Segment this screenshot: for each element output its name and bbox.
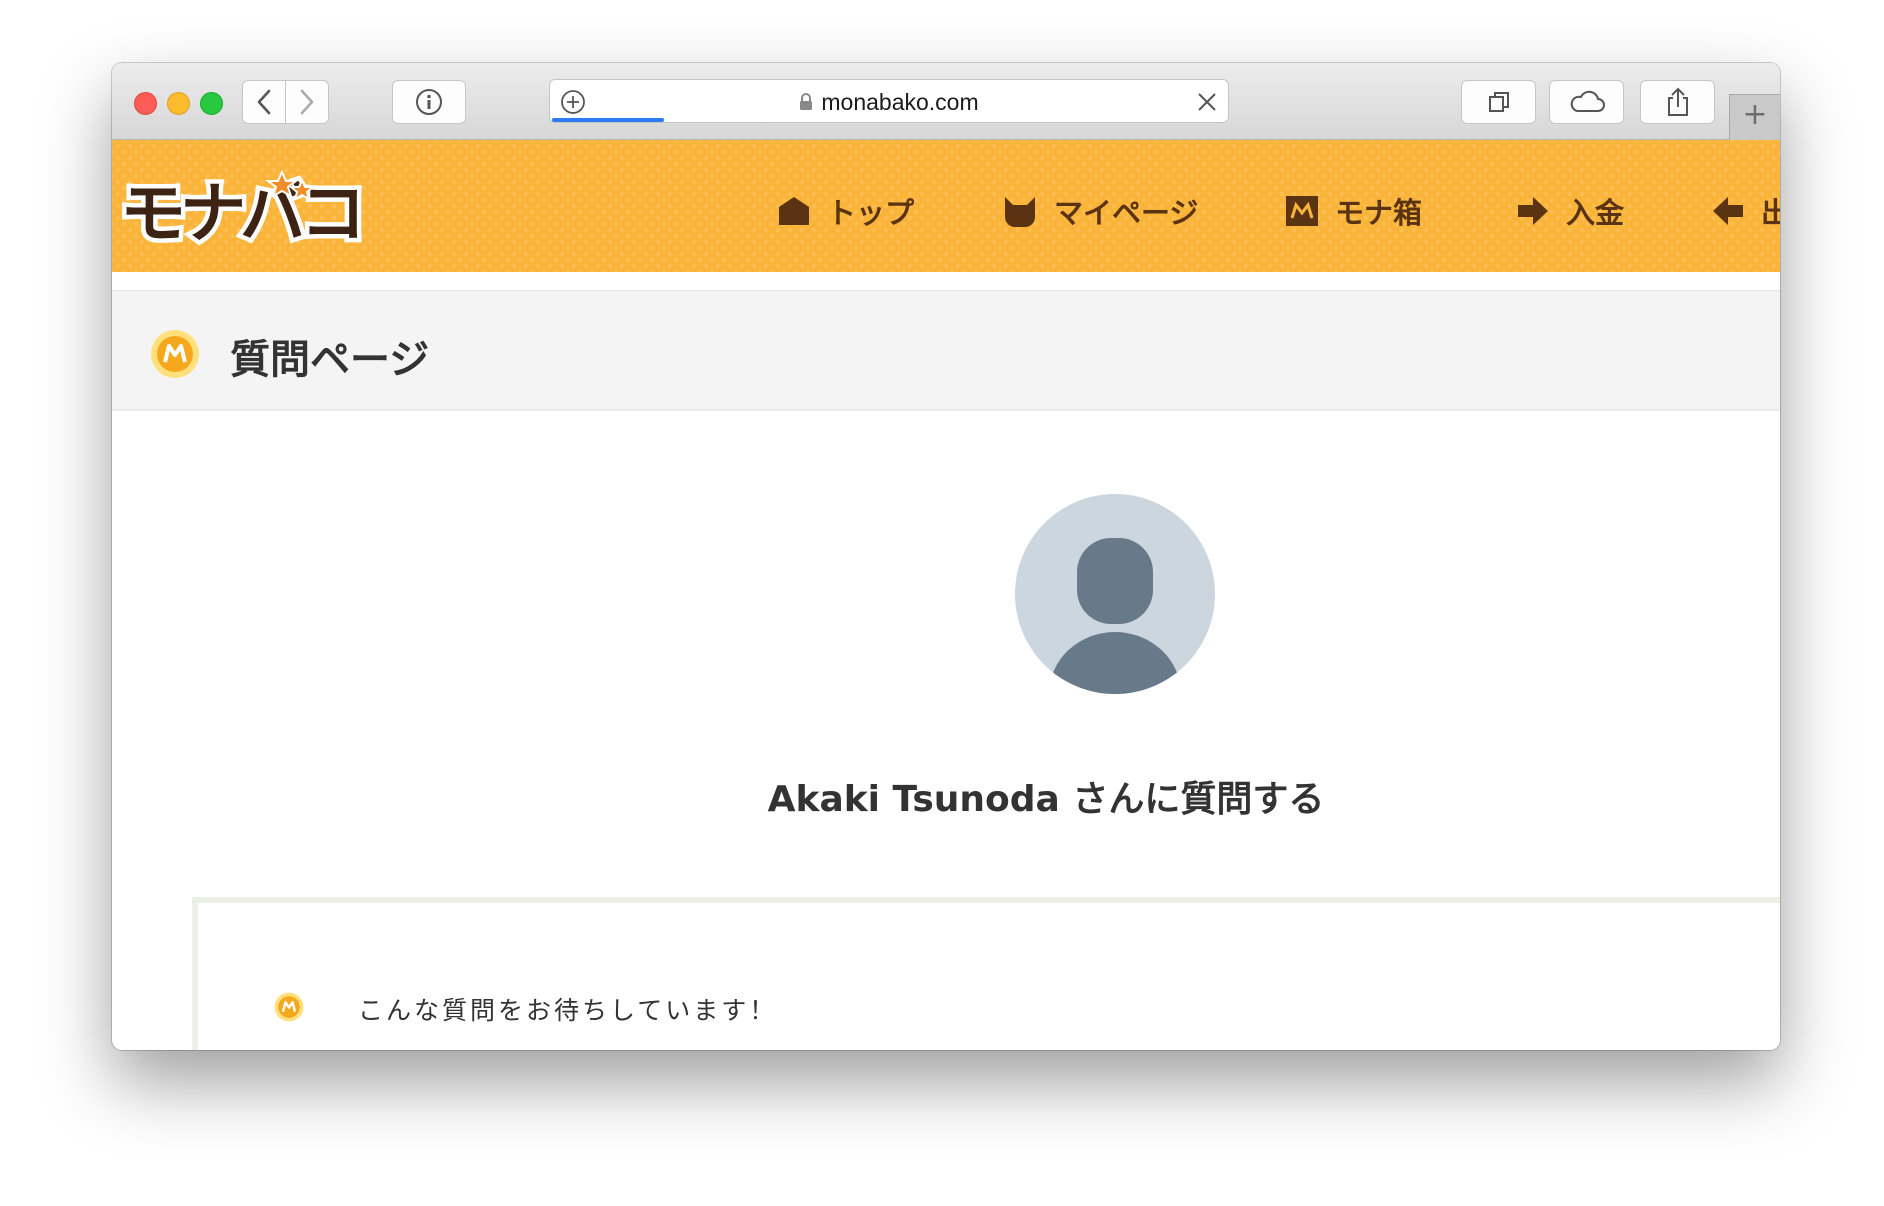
- page-title-band: 質問ページ: [112, 290, 1780, 411]
- nav-label-deposit: 入金: [1566, 196, 1625, 230]
- nav-item-withdraw[interactable]: 出: [1711, 190, 1780, 232]
- ask-question-heading: Akaki Tsunoda さんに質問する: [767, 779, 1325, 820]
- chevron-left-icon: [257, 89, 271, 115]
- page-title: 質問ページ: [230, 337, 430, 383]
- nav-label-top: トップ: [827, 196, 915, 230]
- new-tab-button[interactable]: +: [1729, 94, 1780, 140]
- site-header: モナバコ トップ マイページ モナ箱 入金 出: [112, 140, 1780, 272]
- minimize-window-button[interactable]: [167, 92, 190, 115]
- cloud-icon: [1570, 90, 1605, 112]
- url-text: monabako.com: [821, 89, 979, 115]
- nav-label-mypage: マイページ: [1054, 196, 1199, 230]
- svg-text:モナバコ: モナバコ: [120, 175, 360, 250]
- share-icon: [1667, 87, 1688, 116]
- show-tabs-button[interactable]: [1461, 80, 1536, 124]
- cat-icon: [1005, 197, 1035, 227]
- stop-loading-icon[interactable]: [1196, 91, 1218, 113]
- question-prompt-text: こんな質問をお待ちしています！: [358, 996, 778, 1025]
- mona-box-icon: [1286, 196, 1318, 226]
- default-user-icon: [1049, 538, 1181, 694]
- tabs-icon: [1488, 92, 1509, 112]
- user-avatar: [1015, 494, 1215, 694]
- forward-button[interactable]: [285, 80, 329, 124]
- header-spacer: [112, 272, 1780, 290]
- site-logo[interactable]: モナバコ: [114, 169, 384, 257]
- monabako-logo: モナバコ: [116, 169, 371, 257]
- zoom-window-button[interactable]: [200, 92, 223, 115]
- question-card: こんな質問をお待ちしています！: [192, 897, 1780, 1050]
- browser-toolbar: monabako.com +: [112, 63, 1780, 140]
- address-bar[interactable]: monabako.com: [549, 79, 1229, 123]
- page-info-button[interactable]: [392, 80, 466, 124]
- nav-item-monabox[interactable]: モナ箱: [1285, 190, 1422, 232]
- browser-window: monabako.com + モナバコ トップ マイページ モナ箱 入金 出 質…: [112, 63, 1780, 1050]
- nav-item-deposit[interactable]: 入金: [1516, 190, 1624, 232]
- arrow-left-icon: [1713, 197, 1743, 225]
- arrow-right-icon: [1518, 197, 1548, 225]
- chevron-right-icon: [300, 89, 314, 115]
- house-icon: [779, 197, 809, 225]
- url-display: monabako.com: [550, 89, 1228, 116]
- lock-icon: [800, 93, 813, 110]
- nav-item-top[interactable]: トップ: [777, 190, 914, 232]
- nav-item-mypage[interactable]: マイページ: [1002, 190, 1198, 232]
- close-window-button[interactable]: [134, 92, 157, 115]
- monacoin-small-icon: [274, 992, 304, 1022]
- back-button[interactable]: [242, 80, 286, 124]
- icloud-tabs-button[interactable]: [1549, 80, 1624, 124]
- share-button[interactable]: [1640, 80, 1715, 124]
- info-icon: [416, 89, 442, 115]
- nav-label-monabox: モナ箱: [1335, 196, 1423, 230]
- monacoin-icon: [151, 330, 199, 378]
- loading-progress-bar: [552, 118, 664, 122]
- nav-label-withdraw: 出: [1761, 196, 1780, 230]
